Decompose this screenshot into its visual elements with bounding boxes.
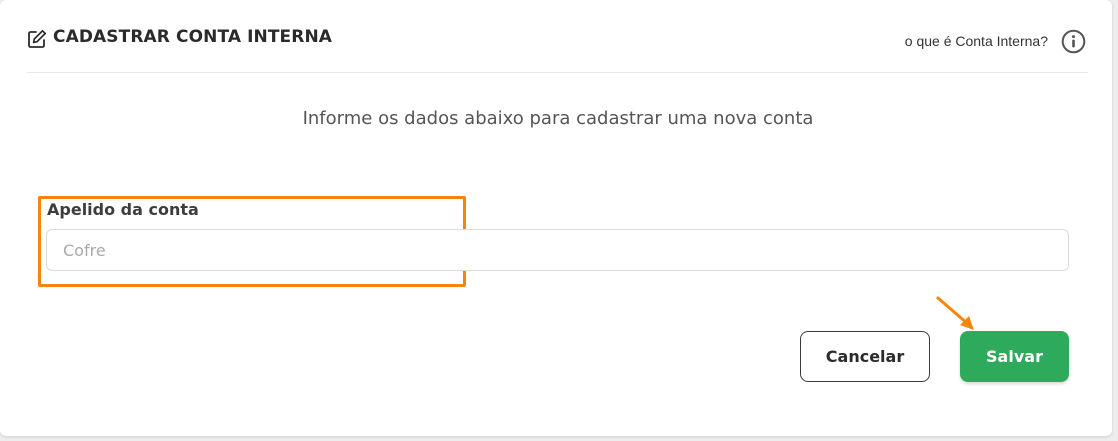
page-title: CADASTRAR CONTA INTERNA bbox=[53, 27, 333, 47]
cancel-button[interactable]: Cancelar bbox=[800, 331, 930, 382]
info-icon[interactable] bbox=[1061, 29, 1086, 54]
account-nickname-label: Apelido da conta bbox=[47, 200, 199, 219]
account-nickname-input[interactable] bbox=[46, 229, 1069, 271]
register-internal-account-card: CADASTRAR CONTA INTERNA o que é Conta In… bbox=[0, 0, 1112, 436]
edit-icon bbox=[28, 29, 47, 48]
form-instructions: Informe os dados abaixo para cadastrar u… bbox=[302, 108, 814, 129]
annotation-arrow-icon bbox=[936, 296, 974, 330]
what-is-internal-account-link[interactable]: o que é Conta Interna? bbox=[905, 33, 1048, 49]
save-button[interactable]: Salvar bbox=[960, 331, 1069, 382]
card-header: CADASTRAR CONTA INTERNA o que é Conta In… bbox=[27, 24, 1088, 73]
